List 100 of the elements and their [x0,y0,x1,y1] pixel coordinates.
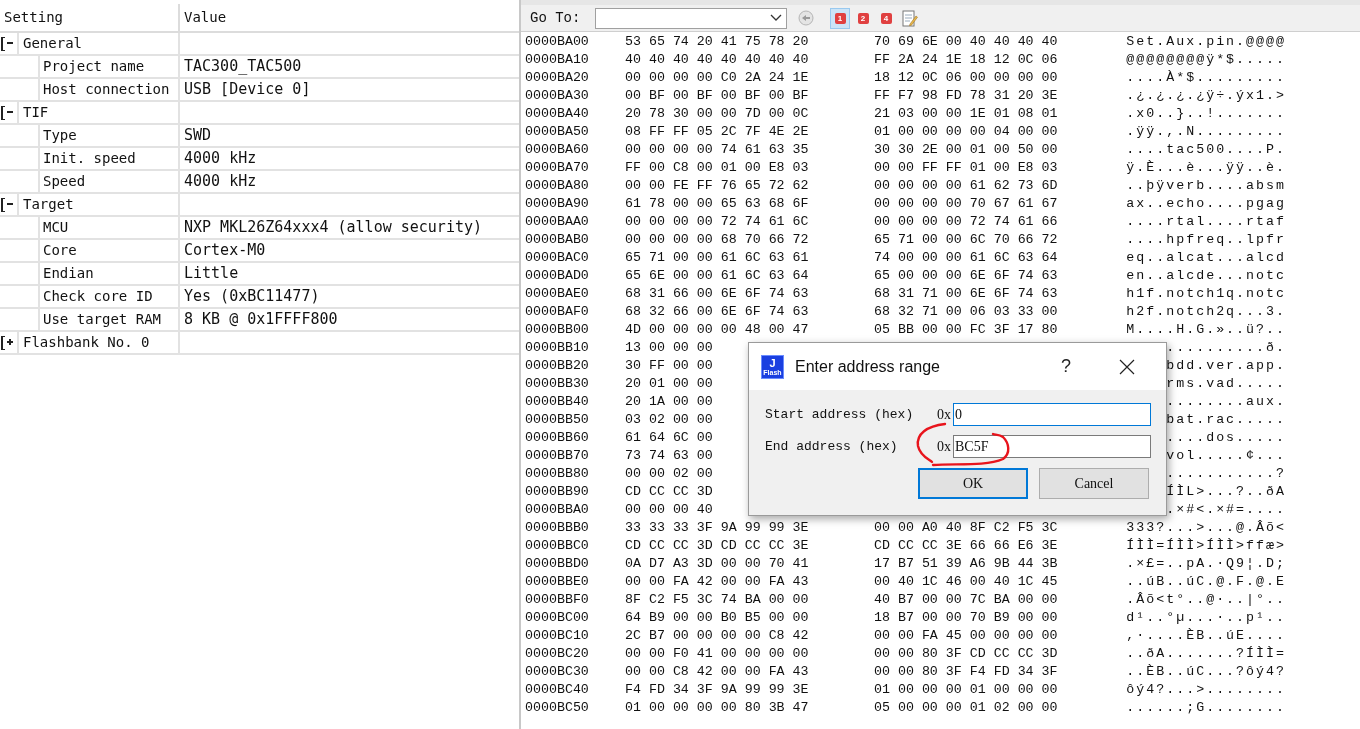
setting-value[interactable]: NXP MKL26Z64xxx4 (allow security) [180,217,519,238]
hex-bytes: 00 00 C8 42 00 00 FA 43 [625,664,809,680]
group-label[interactable]: General [17,33,180,54]
ascii-text: bdd.ver.app. [1166,358,1286,374]
row-address: 0000BB40 [525,394,589,410]
group-label[interactable]: TIF [17,102,180,123]
hex-bytes: 4D 00 00 00 00 48 00 47 [625,322,809,338]
hex-bytes: 01 00 00 00 01 00 00 00 [874,682,1058,698]
hex-bytes: 17 B7 51 39 A6 9B 44 3B [874,556,1058,572]
setting-name: Speed [38,171,180,192]
row-address: 0000BA90 [525,196,589,212]
ascii-text: vol.....¢... [1166,448,1286,464]
view-button[interactable]: 1 [830,7,850,29]
view-button[interactable]: 4 [876,7,896,29]
logo-letter: J [769,357,776,369]
ascii-text: ..ÈB..úC...?ôý4? [1126,664,1286,680]
hex-bytes: FF F7 98 FD 78 31 20 3E [874,88,1058,104]
dialog-button[interactable]: Cancel [1039,468,1149,499]
ascii-text: h1f.notch1q.notc [1126,286,1286,302]
setting-value[interactable]: Cortex-M0 [180,240,519,261]
hex-bytes: 03 02 00 00 [625,412,713,428]
hex-bytes: 18 12 0C 06 00 00 00 00 [874,70,1058,86]
setting-value[interactable]: Yes (0xBC11477) [180,286,519,307]
setting-value[interactable]: USB [Device 0] [180,79,519,100]
collapse-toggle-icon[interactable] [1,105,13,120]
ascii-text: ..ðA.......?ÍÌÌ= [1126,646,1286,662]
ascii-text: ..úB..úC.@.F.@.E [1126,574,1286,590]
view-button[interactable]: 2 [853,7,873,29]
hex-bytes: 65 71 00 00 61 6C 63 61 [625,250,809,266]
row-address: 0000BA50 [525,124,589,140]
hex-bytes: 20 78 30 00 00 7D 00 0C [625,106,809,122]
hex-bytes: 05 BB 00 00 FC 3F 17 80 [874,322,1058,338]
hex-bytes: 33 33 33 3F 9A 99 99 3E [625,520,809,536]
hex-bytes: CD CC CC 3D CD CC CC 3E [625,538,809,554]
row-address: 0000BB10 [525,340,589,356]
hex-bytes: 40 40 40 40 40 40 40 40 [625,52,809,68]
hex-bytes: 68 31 66 00 6E 6F 74 63 [625,286,809,302]
hex-bytes: 00 00 FA 45 00 00 00 00 [874,628,1058,644]
hex-bytes: 01 00 00 00 00 04 00 00 [874,124,1058,140]
setting-value[interactable]: SWD [180,125,519,146]
hex-bytes: 00 00 00 00 74 61 63 35 [625,142,809,158]
ascii-text: ..þÿverb....absm [1126,178,1286,194]
group-label[interactable]: Target [17,194,180,215]
hex-bytes: 2C B7 00 00 00 00 C8 42 [625,628,809,644]
hex-bytes: 70 69 6E 00 40 40 40 40 [874,34,1058,50]
hex-bytes: 0A D7 A3 3D 00 00 70 41 [625,556,809,572]
field-label: Start address (hex) [765,405,915,424]
group-label[interactable]: Flashbank No. 0 [17,332,180,353]
ascii-text: rms.vad..... [1166,376,1286,392]
row-address: 0000BA20 [525,70,589,86]
hex-bytes: 30 30 2E 00 01 00 50 00 [874,142,1058,158]
row-address: 0000BB50 [525,412,589,428]
hex-bytes: 00 00 00 00 C0 2A 24 1E [625,70,809,86]
dialog-button[interactable]: OK [918,468,1028,499]
row-address: 0000BC50 [525,700,589,716]
dialog-title: Enter address range [795,356,941,377]
ascii-text: ÍÌÌ=ÍÌÌ>ÍÌÌ>ffæ> [1126,538,1286,554]
ascii-text: M....H.G.»..ü?.. [1126,322,1286,338]
row-address: 0000BC20 [525,646,589,662]
goto-dropdown[interactable] [595,7,787,29]
hex-bytes: 00 00 00 00 72 74 61 6C [625,214,809,230]
hex-bytes: 00 40 1C 46 00 40 1C 45 [874,574,1058,590]
hex-bytes: 00 00 80 3F F4 FD 34 3F [874,664,1058,680]
ascii-text: ........aux. [1166,394,1286,410]
address-field[interactable]: BC5F [953,435,1151,458]
hex-bytes: 00 00 00 00 72 74 61 66 [874,214,1058,230]
ascii-text: ....dos..... [1166,430,1286,446]
setting-value[interactable]: TAC300_TAC500 [180,56,519,77]
ascii-text: ax..echo....pgag [1126,196,1286,212]
setting-value[interactable]: 8 KB @ 0x1FFFF800 [180,309,519,330]
column-header[interactable]: Setting [0,4,180,31]
row-address: 0000BA00 [525,34,589,50]
collapse-toggle-icon[interactable] [1,197,13,212]
ascii-text: ....tac500....P. [1126,142,1286,158]
row-address: 0000BB60 [525,430,589,446]
setting-value[interactable]: 4000 kHz [180,148,519,169]
address-field[interactable]: 0 [953,403,1151,426]
row-address: 0000BC30 [525,664,589,680]
ascii-text: eq..alcat...alcd [1126,250,1286,266]
row-address: 0000BC00 [525,610,589,626]
notepad-icon[interactable] [902,9,918,27]
row-address: 0000BA40 [525,106,589,122]
ascii-text: .Âõ<t°..@·..|°.. [1126,592,1286,608]
hex-bytes: 30 FF 00 00 [625,358,713,374]
ascii-text: ..........ð. [1166,340,1286,356]
row-address: 0000BBE0 [525,574,589,590]
hex-bytes: 20 1A 00 00 [625,394,713,410]
column-header[interactable]: Value [180,4,519,31]
setting-value[interactable]: Little [180,263,519,284]
collapse-toggle-icon[interactable] [1,36,13,51]
field-label: End address (hex) [765,437,899,456]
hex-bytes: 74 00 00 00 61 6C 63 64 [874,250,1058,266]
hex-bytes: 00 00 F0 41 00 00 00 00 [625,646,809,662]
expand-toggle-icon[interactable] [1,335,13,350]
ascii-text: ....hpfreq..lpfr [1126,232,1286,248]
help-button[interactable]: ? [1051,353,1081,380]
hex-bytes: 20 01 00 00 [625,376,713,392]
hex-bytes: 8F C2 F5 3C 74 BA 00 00 [625,592,809,608]
row-address: 0000BAA0 [525,214,589,230]
setting-value[interactable]: 4000 kHz [180,171,519,192]
